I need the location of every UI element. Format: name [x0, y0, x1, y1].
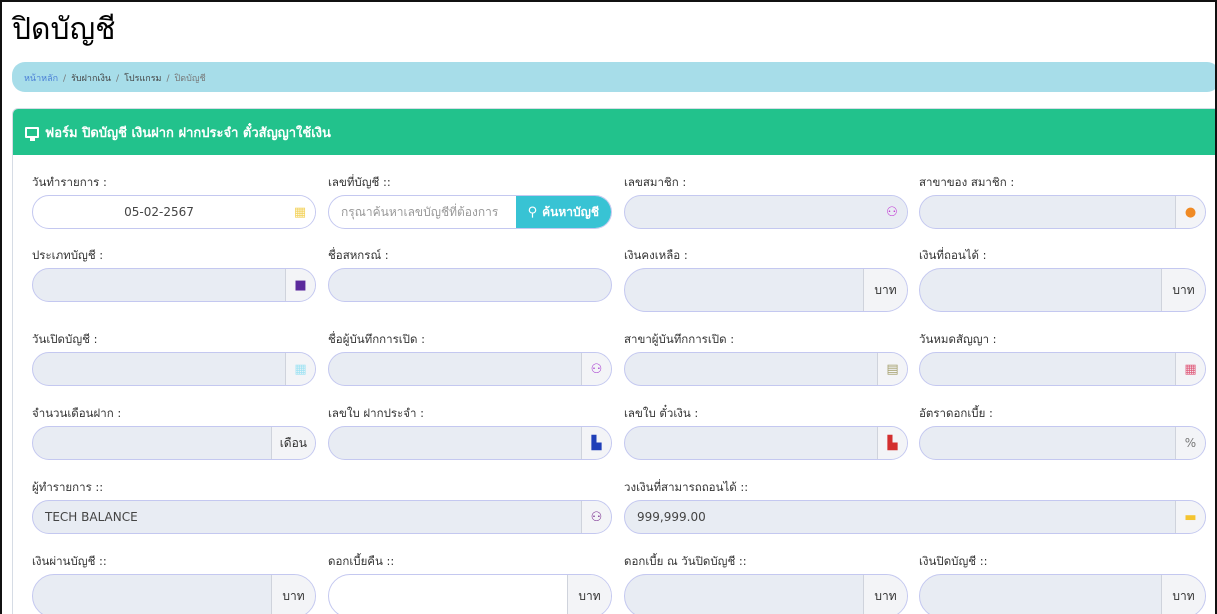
breadcrumb-home-link[interactable]: หน้าหลัก	[24, 74, 58, 84]
page-frame: ปิดบัญชี หน้าหลัก / รับฝากเงิน / โปรแกรม / ปิด…	[0, 0, 1217, 614]
withdraw-limit-label: วงเงินที่สามารถถอนได้ ::	[624, 480, 749, 494]
location-pin-icon: ●	[1175, 196, 1205, 228]
operator-value: TECH BALANCE	[45, 510, 138, 524]
breadcrumb-program-link[interactable]: โปรแกรม	[124, 74, 161, 84]
opener-name-field[interactable]: ⚇	[328, 352, 612, 386]
pass-amount-label: เงินผ่านบัญชี ::	[32, 554, 107, 568]
deposit-months-unit: เดือน	[270, 427, 315, 459]
breadcrumb: หน้าหลัก / รับฝากเงิน / โปรแกรม / ปิดบัญชี	[12, 62, 1215, 92]
close-amount-field[interactable]: บาท	[919, 574, 1206, 614]
interest-at-close-unit: บาท	[863, 575, 907, 614]
contract-expiry-field[interactable]: ▦	[919, 352, 1206, 386]
member-branch-field[interactable]: ●	[919, 195, 1206, 229]
note-slip-label: เลขใบ ตั๋วเงิน :	[624, 406, 699, 420]
refund-interest-unit: บาท	[567, 575, 611, 614]
txn-date-value: 05-02-2567	[124, 205, 194, 219]
fixed-slip-field[interactable]: ▙	[328, 426, 612, 460]
deposit-months-label: จำนวนเดือนฝาก :	[32, 406, 122, 420]
pdf-file-icon: ▙	[581, 427, 611, 459]
account-no-field[interactable]: กรุณาค้นหาเลขบัญชีที่ต้องการ ⚲ ค้นหาบัญชี	[328, 195, 612, 229]
interest-rate-unit: %	[1175, 427, 1205, 459]
close-amount-unit: บาท	[1161, 575, 1205, 614]
search-account-button-label: ค้นหาบัญชี	[542, 204, 599, 219]
form-title: ฟอร์ม ปิดบัญชี เงินฝาก ฝากประจำ ตั๋วสัญญ…	[45, 125, 331, 141]
interest-at-close-field[interactable]: บาท	[624, 574, 908, 614]
form-header: ฟอร์ม ปิดบัญชี เงินฝาก ฝากประจำ ตั๋วสัญญ…	[13, 109, 1215, 155]
calendar-icon: ▦	[285, 353, 315, 385]
withdrawable-unit: บาท	[1161, 269, 1205, 311]
user-icon: ⚇	[581, 501, 611, 533]
interest-at-close-label: ดอกเบี้ย ณ วันปิดบัญชี ::	[624, 554, 747, 568]
refund-interest-field[interactable]: บาท	[328, 574, 612, 614]
breadcrumb-deposit-link[interactable]: รับฝากเงิน	[71, 74, 111, 84]
refund-interest-label: ดอกเบี้ยคืน ::	[328, 554, 395, 568]
money-icon: ▬	[1175, 501, 1205, 533]
account-type-label: ประเภทบัญชี :	[32, 248, 104, 262]
pass-amount-unit: บาท	[271, 575, 315, 614]
calendar-icon: ▦	[1175, 353, 1205, 385]
pdf-file-icon: ▙	[877, 427, 907, 459]
withdraw-limit-field[interactable]: 999,999.00 ▬	[624, 500, 1206, 534]
account-no-input[interactable]: กรุณาค้นหาเลขบัญชีที่ต้องการ	[329, 203, 516, 222]
member-no-field[interactable]: ⚇	[624, 195, 908, 229]
coop-name-label: ชื่อสหกรณ์ :	[328, 248, 389, 262]
txn-date-label: วันทำรายการ :	[32, 175, 107, 189]
operator-field[interactable]: TECH BALANCE ⚇	[32, 500, 612, 534]
txn-date-field[interactable]: 05-02-2567 ▦	[32, 195, 316, 229]
monitor-icon	[25, 126, 39, 141]
contract-expiry-label: วันหมดสัญญา :	[919, 332, 997, 346]
building-icon: ▤	[877, 353, 907, 385]
open-date-label: วันเปิดบัญชี :	[32, 332, 98, 346]
search-icon: ⚲	[527, 204, 538, 220]
pass-amount-field[interactable]: บาท	[32, 574, 316, 614]
calendar-icon[interactable]: ▦	[285, 196, 315, 228]
withdrawable-field[interactable]: บาท	[919, 268, 1206, 312]
withdrawable-label: เงินที่ถอนได้ :	[919, 248, 987, 262]
user-icon: ⚇	[581, 353, 611, 385]
member-branch-label: สาขาของ สมาชิก :	[919, 175, 1015, 189]
user-icon: ⚇	[877, 196, 907, 228]
page-title: ปิดบัญชี	[12, 12, 116, 47]
balance-label: เงินคงเหลือ :	[624, 248, 688, 262]
fixed-slip-label: เลขใบ ฝากประจำ :	[328, 406, 424, 420]
operator-label: ผู้ทำรายการ ::	[32, 480, 104, 494]
search-account-button[interactable]: ⚲ ค้นหาบัญชี	[515, 196, 611, 228]
breadcrumb-current: ปิดบัญชี	[174, 74, 206, 84]
book-icon: ■	[285, 269, 315, 301]
opener-name-label: ชื่อผู้บันทึกการเปิด :	[328, 332, 425, 346]
close-amount-label: เงินปิดบัญชี ::	[919, 554, 988, 568]
opener-branch-label: สาขาผู้บันทึกการเปิด :	[624, 332, 735, 346]
coop-name-field[interactable]	[328, 268, 612, 302]
balance-unit: บาท	[863, 269, 907, 311]
note-slip-field[interactable]: ▙	[624, 426, 908, 460]
account-no-label: เลขที่บัญชี ::	[328, 175, 391, 189]
open-date-field[interactable]: ▦	[32, 352, 316, 386]
interest-rate-label: อัตราดอกเบี้ย :	[919, 406, 993, 420]
opener-branch-field[interactable]: ▤	[624, 352, 908, 386]
balance-field[interactable]: บาท	[624, 268, 908, 312]
member-no-label: เลขสมาชิก :	[624, 175, 687, 189]
withdraw-limit-value: 999,999.00	[637, 510, 706, 524]
deposit-months-field[interactable]: เดือน	[32, 426, 316, 460]
interest-rate-field[interactable]: %	[919, 426, 1206, 460]
account-type-field[interactable]: ■	[32, 268, 316, 302]
